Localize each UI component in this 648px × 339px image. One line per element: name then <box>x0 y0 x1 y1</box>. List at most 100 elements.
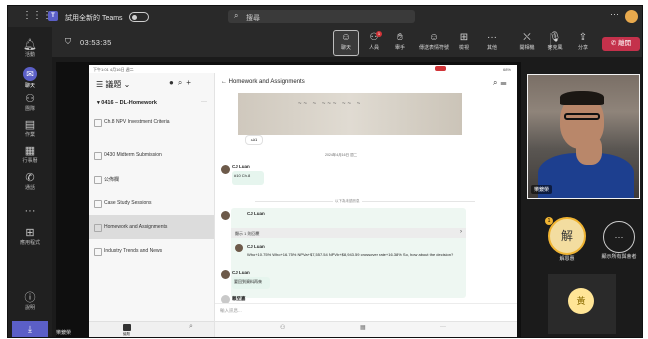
more-icon: ··· <box>603 221 635 253</box>
more-icon: ··· <box>24 205 36 217</box>
teams-logo-icon: T <box>48 11 58 21</box>
divider <box>255 201 475 202</box>
list-item[interactable]: 0430 Midterm Submission <box>89 143 214 167</box>
chat-icon: ☺ <box>340 32 352 43</box>
people-icon: ⚇ <box>369 32 379 43</box>
mic-button[interactable]: 🎙︎ 麥克風 <box>543 31 567 51</box>
chat-icon: ✉︎ <box>23 67 37 81</box>
more-actions-button[interactable]: ··· 其他 <box>480 31 504 51</box>
download-icon[interactable]: ⤓ <box>12 321 48 337</box>
try-new-teams-label: 試用全新的 Teams <box>65 15 123 22</box>
rail-item-teams[interactable]: ⚇ 團隊 <box>8 93 52 112</box>
conversation-title: ← Homework and Assignments <box>221 79 305 85</box>
search-input[interactable]: ⌕ 搜尋 <box>228 10 415 23</box>
mic-off-icon: 🎙︎ <box>548 32 562 43</box>
chevron-right-icon: › <box>460 229 462 235</box>
reactions-button[interactable]: ☺ 傳送表情符號 <box>418 31 450 51</box>
message-text[interactable]: Who+10.75% Who+16.75% NPVa+$7,557.54 NPV… <box>247 252 459 257</box>
rail-item-calendar[interactable]: ▦ 行事曆 <box>8 145 52 164</box>
bell-icon: 🔔︎ <box>23 39 37 51</box>
message-bubble[interactable]: 要回到資料再來 <box>232 277 270 289</box>
participant-tile[interactable]: 黃 <box>548 274 616 334</box>
chat-button[interactable]: ☺ 聊天 <box>333 30 359 56</box>
more-options-icon[interactable]: ··· <box>610 9 619 19</box>
help-icon: ⓘ <box>24 292 36 304</box>
camera-button[interactable]: ⛌ 開相機 <box>515 31 539 51</box>
compose-placeholder: 輸入訊息... <box>220 308 242 313</box>
new-teams-toggle[interactable] <box>129 12 149 22</box>
more-tab-icon[interactable]: ··· <box>440 324 446 330</box>
message-sender: CJ Luan <box>232 270 250 275</box>
avatar[interactable] <box>625 10 638 23</box>
bottom-nav-left: 議題 ⌕ <box>89 321 214 337</box>
self-video[interactable]: 樂鍍榮 <box>527 74 640 199</box>
people-count-badge: 1 <box>376 31 382 37</box>
hand-icon: ✋︎ <box>397 32 403 43</box>
shared-tablet-screen: 下午1:01 4月16日 週二 68% ☰ 議題 ⌄ ●⌕+ ▾ 0416 – … <box>89 65 517 337</box>
more-icon: ··· <box>487 32 497 43</box>
conversation-pane: ← Homework and Assignments ⌕☰ ~~ ~ ~~~ ~… <box>215 73 517 337</box>
grid-tab-icon[interactable]: ▦ <box>360 324 366 331</box>
message-bubble[interactable]: #10 Ch.8 <box>232 171 264 185</box>
rail-item-help[interactable]: ⓘ 說明 <box>8 292 52 311</box>
list-item[interactable]: 公佈欄 <box>89 167 214 191</box>
shield-icon: ⛉ <box>65 37 71 46</box>
search-tab-icon[interactable]: ⌕ <box>189 323 193 331</box>
raise-hand-button[interactable]: ✋︎ 舉手 <box>388 31 412 51</box>
conversation-header-icons[interactable]: ⌕☰ <box>493 78 509 88</box>
bottom-nav-right: ⚇ ▦ ··· <box>215 321 517 337</box>
rail-item-apps[interactable]: ⊞ 應用程式 <box>8 227 52 246</box>
emoji-icon: ☺ <box>428 32 440 43</box>
rail-item-chat[interactable]: ✉︎ 聊天 <box>8 67 52 89</box>
rail-item-activity[interactable]: 🔔︎ 活動 <box>8 39 52 58</box>
message-sender: CJ Luan <box>232 164 250 169</box>
participant-tile[interactable]: 解 解恩惠 <box>547 217 587 262</box>
apps-icon: ⊞ <box>25 227 35 239</box>
topics-header: ☰ 議題 ⌄ <box>96 80 131 89</box>
leave-button[interactable]: ✆ 離開 <box>602 37 640 51</box>
show-all-participants-button[interactable]: ··· 顯示所有與會者 <box>597 221 641 260</box>
app-rail: 🔔︎ 活動 ✉︎ 聊天 ⚇ 團隊 ▤ 作業 ▦ 行事曆 ✆ 通話 ··· ⊞ 應用程式 ⓘ 說明… <box>8 27 52 337</box>
message-sender: CJ Luan <box>247 244 265 249</box>
topics-tab-icon[interactable] <box>123 324 131 331</box>
homework-photo[interactable]: ~~ ~ ~~~ ~~ ~ <box>238 93 462 135</box>
participants-panel: 樂鍍榮 1 解 解恩惠 ··· 顯示所有與會者 黃 <box>521 57 642 337</box>
people-tab-icon[interactable]: ⚇ <box>280 324 285 331</box>
group-more-icon[interactable]: ··· <box>201 99 207 105</box>
teams-icon: ⚇ <box>25 93 35 105</box>
avatar <box>221 211 230 220</box>
list-item[interactable]: Case Study Sessions <box>89 191 214 215</box>
rail-item-assignments[interactable]: ▤ 作業 <box>8 119 52 138</box>
battery-level: 68% <box>502 67 511 72</box>
participant-avatar: 解 <box>548 217 586 255</box>
recording-indicator <box>435 66 446 71</box>
search-placeholder: 搜尋 <box>246 15 260 22</box>
share-icon: ⇪ <box>578 32 588 43</box>
list-item[interactable]: Industry Trends and News <box>89 239 214 263</box>
meeting-controls: ⛉ 03:53:35 ☺ 聊天 ⚇ 1 人員 ✋︎ 舉手 ☺ 傳送表情符號 ⊞ 檢視 ···… <box>52 27 642 57</box>
camera-off-icon: ⛌ <box>523 32 531 43</box>
topics-header-icons[interactable]: ●⌕+ <box>169 78 195 88</box>
share-button[interactable]: ⇪ 分享 <box>571 31 595 51</box>
shared-screen: 下午1:01 4月16日 週二 68% ☰ 議題 ⌄ ●⌕+ ▾ 0416 – … <box>56 62 521 337</box>
status-bar: 下午1:01 4月16日 週二 68% <box>89 65 517 73</box>
topic-group[interactable]: ▾ 0416 – DL-Homework <box>97 100 157 106</box>
search-icon: ⌕ <box>234 11 239 20</box>
meeting-timer: 03:53:35 <box>80 38 112 47</box>
view-button[interactable]: ⊞ 檢視 <box>452 31 476 51</box>
title-bar: ⋮⋮⋮ T 試用全新的 Teams ⌕ 搜尋 ··· <box>8 6 642 27</box>
date-separator: 2024年4月16日 週二 <box>325 153 358 157</box>
rail-item-calls[interactable]: ✆ 通話 <box>8 172 52 191</box>
topics-pane: ☰ 議題 ⌄ ●⌕+ ▾ 0416 – DL-Homework ··· Ch.8… <box>89 73 215 337</box>
people-button[interactable]: ⚇ 1 人員 <box>362 31 386 51</box>
calendar-icon: ▦ <box>24 145 36 157</box>
participant-avatar: 黃 <box>568 288 594 314</box>
video-name-label: 樂鍍榮 <box>531 185 553 194</box>
list-item[interactable]: Ch.8 NPV Investment Criteria <box>89 110 214 134</box>
avatar <box>221 270 230 279</box>
reply-prompt[interactable]: 顯示 1 則回覆 › <box>231 228 466 238</box>
calls-icon: ✆ <box>25 172 35 184</box>
rail-item-more[interactable]: ··· <box>8 205 52 217</box>
reaction-badge[interactable]: 👍︎1 <box>245 135 263 145</box>
list-item[interactable]: Homework and Assignments <box>89 215 214 239</box>
